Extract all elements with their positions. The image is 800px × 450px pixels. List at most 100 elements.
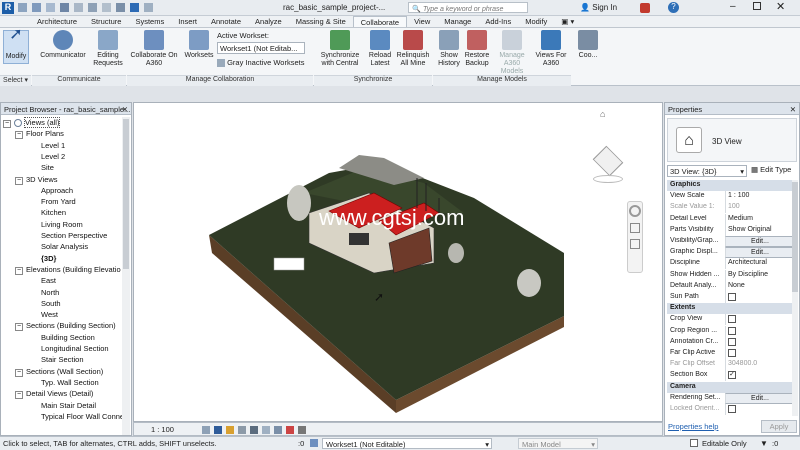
property-checkbox[interactable] [725,336,795,348]
property-checkbox[interactable]: ✓ [725,370,795,382]
home-icon[interactable]: ⌂ [600,109,605,119]
tab-modify[interactable]: Modify [518,16,554,27]
manage-a360-button[interactable]: Manage A360 Models [493,30,531,76]
tree-item[interactable]: − Floor Plans [15,129,64,140]
app-logo-icon[interactable]: R [2,2,14,14]
ribbon-options-icon[interactable]: ▣ ▾ [554,16,581,27]
3d-viewport[interactable]: www.cgtsj.com ➚ ⌂ [133,102,663,422]
view-control-icons[interactable] [202,426,306,434]
coordination-button[interactable]: Coo... [575,30,601,60]
tree-item[interactable]: Solar Analysis [41,242,88,251]
minimize-button[interactable]: – [730,1,736,12]
expand-toggle-icon[interactable]: − [15,266,23,275]
property-edit-button[interactable]: Edit... [725,236,795,247]
search-box[interactable]: 🔍 Type a keyword or phrase [408,2,528,13]
expand-toggle-icon[interactable]: − [3,120,11,128]
tab-insert[interactable]: Insert [171,16,204,27]
tree-item[interactable]: − Sections (Wall Section) [15,367,103,377]
tree-item[interactable]: Stair Section [41,355,84,364]
tab-analyze[interactable]: Analyze [248,16,289,27]
tree-item[interactable]: −3D Views [15,175,58,185]
tree-item[interactable]: Level 2 [41,152,65,161]
active-workset-select[interactable]: Workset1 (Not Editab... [217,42,305,54]
tree-item[interactable]: Typical Floor Wall Conne [41,412,123,421]
tab-view[interactable]: View [407,16,437,27]
property-checkbox[interactable] [725,292,795,303]
instance-selector[interactable]: 3D View: {3D} ▾ [667,165,747,177]
relinquish-all-button[interactable]: Relinquish All Mine [395,30,431,68]
tab-collaborate[interactable]: Collaborate [352,16,408,27]
reload-latest-button[interactable]: Reload Latest [366,30,394,68]
close-icon[interactable]: ✕ [122,105,128,114]
tree-item[interactable]: − Sections (Building Section) [15,321,116,332]
close-icon[interactable]: ✕ [790,105,796,114]
tree-item[interactable]: Building Section [41,333,95,342]
tree-item[interactable]: Main Stair Detail [41,401,96,410]
pan-icon[interactable] [630,239,640,249]
restore-backup-button[interactable]: Restore Backup [463,30,491,68]
exchange-icon[interactable] [640,3,650,13]
tree-item[interactable]: − Elevations (Building Elevatio [15,265,121,275]
properties-help-link[interactable]: Properties help [668,422,718,431]
design-options-select[interactable]: Main Model ▾ [518,438,598,449]
tree-item[interactable]: West [41,310,58,319]
tree-item[interactable]: Kitchen [41,208,66,217]
expand-toggle-icon[interactable]: − [15,391,23,400]
viewcube[interactable] [589,143,627,183]
tree-item[interactable]: − Detail Views (Detail) [15,389,93,400]
property-section[interactable]: Camera [667,381,797,393]
property-edit-button[interactable]: Edit... [725,247,795,259]
worksets-status-icon[interactable] [310,439,318,447]
restore-button[interactable] [753,2,761,10]
project-browser-scrollbar[interactable] [122,117,130,435]
collaborate-a360-button[interactable]: Collaborate On A360 [128,30,180,68]
close-button[interactable]: ✕ [776,0,785,13]
steering-wheel-icon[interactable] [629,205,641,217]
navigation-bar[interactable] [627,201,643,273]
property-checkbox[interactable] [725,404,795,415]
tab-structure[interactable]: Structure [84,16,128,27]
tree-item[interactable]: Typ. Wall Section [41,378,99,387]
property-value[interactable]: None [725,280,795,292]
property-section[interactable]: Graphics [667,180,797,191]
expand-toggle-icon[interactable]: − [15,323,23,332]
tree-item[interactable]: South [41,299,61,308]
tree-item[interactable]: − Views (all) [3,117,61,128]
property-value[interactable]: Medium [725,213,795,225]
tree-item[interactable]: Living Room [41,220,83,229]
model-view[interactable]: www.cgtsj.com ➚ [134,103,662,421]
tree-item[interactable]: {3D} [41,254,56,263]
quick-access-toolbar[interactable] [18,3,278,13]
tab-manage[interactable]: Manage [437,16,478,27]
help-icon[interactable]: ? [668,2,679,13]
tree-item[interactable]: Approach [41,186,73,195]
tree-item[interactable]: Section Perspective [41,231,107,240]
show-history-button[interactable]: Show History [435,30,463,68]
filter-icon[interactable]: ▼ [760,439,768,448]
edit-type-button[interactable]: ▦ Edit Type [751,165,791,174]
expand-toggle-icon[interactable]: − [15,368,23,377]
sync-central-button[interactable]: Synchronize with Central [316,30,364,68]
editing-requests-button[interactable]: Editing Requests [92,30,124,68]
modify-button[interactable]: ➚ Modify [3,27,29,64]
tab-annotate[interactable]: Annotate [204,16,248,27]
tree-item[interactable]: Site [41,163,54,172]
tree-item[interactable]: East [41,276,56,285]
property-checkbox[interactable] [725,314,795,326]
status-workset-select[interactable]: Workset1 (Not Editable) ▾ [322,438,492,449]
property-value[interactable]: Architectural [725,258,795,270]
property-value[interactable]: By Discipline [725,269,795,281]
worksets-button[interactable]: Worksets [183,30,215,60]
views-a360-button[interactable]: Views For A360 [535,30,567,68]
group-select[interactable]: Select ▾ [0,75,31,86]
communicator-button[interactable]: Communicator [36,30,90,60]
tab-massing-site[interactable]: Massing & Site [289,16,353,27]
tab-add-ins[interactable]: Add-Ins [478,16,518,27]
tree-item[interactable]: From Yard [41,197,76,206]
property-value[interactable]: 1 : 100 [725,191,795,203]
tree-item[interactable]: Longitudinal Section [41,344,109,353]
property-checkbox[interactable] [725,325,795,337]
expand-toggle-icon[interactable]: − [15,176,23,185]
view-scale[interactable]: 1 : 100 [151,425,174,434]
type-selector[interactable]: ⌂ 3D View [667,118,797,162]
